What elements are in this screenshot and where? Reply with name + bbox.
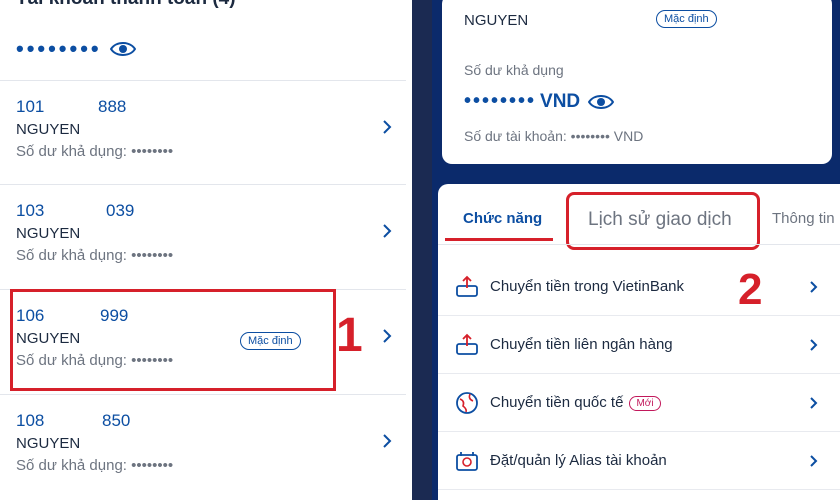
account-row-101[interactable]: 101 888 NGUYEN Số dư khả dụng: •••••••• (0, 80, 406, 184)
feature-alias[interactable]: Đặt/quản lý Alias tài khoản (438, 432, 840, 490)
chevron-right-icon (383, 329, 392, 343)
tab-functions[interactable]: Chức năng (463, 210, 542, 227)
feature-transfer-international[interactable]: Chuyển tiền quốc tế Mới (438, 374, 840, 432)
alias-icon (456, 452, 478, 471)
panel-divider (412, 0, 432, 500)
feature-label: Chuyển tiền trong VietinBank (490, 278, 685, 295)
globe-transfer-icon (456, 392, 478, 414)
chevron-right-icon (810, 455, 818, 467)
feature-transfer-interbank[interactable]: Chuyển tiền liên ngân hàng (438, 316, 840, 374)
feature-label: Chuyển tiền quốc tế Mới (490, 394, 661, 411)
transfer-interbank-icon (456, 333, 478, 355)
account-holder: NGUYEN (16, 121, 81, 138)
section-title: Tài khoản thanh toán (4) (16, 0, 236, 10)
available-balance-label: Số dư khả dụng (464, 62, 564, 78)
currency-label: VND (540, 90, 581, 112)
chevron-right-icon (383, 120, 392, 134)
account-total-balance: Số dư tài khoản: •••••••• VND (464, 128, 644, 144)
account-row-108[interactable]: 108 850 NGUYEN Số dư khả dụng: •••••••• (0, 394, 406, 498)
chevron-right-icon (810, 281, 818, 293)
chevron-right-icon (383, 434, 392, 448)
feature-label-text: Chuyển tiền quốc tế (490, 394, 624, 411)
eye-icon[interactable] (109, 40, 136, 58)
account-row-103[interactable]: 103 039 NGUYEN Số dư khả dụng: •••••••• (0, 184, 406, 288)
account-number-prefix: 108 (16, 411, 45, 430)
step-number-1: 1 (336, 309, 363, 362)
feature-label: Đặt/quản lý Alias tài khoản (490, 452, 667, 469)
account-list-panel: Tài khoản thanh toán (4) •••••••• 101 88… (0, 0, 412, 500)
account-number-suffix: 888 (98, 97, 127, 116)
account-holder: NGUYEN (464, 12, 529, 29)
account-summary-card: NGUYEN Mặc định Số dư khả dụng •••••••• … (442, 0, 832, 164)
account-number-suffix: 039 (106, 201, 135, 220)
transfer-internal-icon (456, 275, 478, 297)
masked-amount: •••••••• (464, 90, 537, 112)
chevron-right-icon (810, 397, 818, 409)
chevron-right-icon (383, 224, 392, 238)
eye-icon[interactable] (588, 93, 615, 111)
tab-information[interactable]: Thông tin (772, 210, 835, 227)
account-holder: NGUYEN (16, 225, 81, 242)
feature-label: Chuyển tiền liên ngân hàng (490, 336, 673, 353)
account-holder: NGUYEN (16, 435, 81, 452)
function-section: Chức năng Lịch sử giao dịch Thông tin 2 … (438, 184, 840, 500)
highlight-box-step-1 (10, 289, 336, 391)
new-badge: Mới (629, 395, 661, 411)
default-badge: Mặc định (656, 10, 717, 28)
total-balance-row: •••••••• (16, 36, 136, 62)
highlight-box-step-2 (566, 192, 760, 250)
account-number-prefix: 101 (16, 97, 45, 116)
tabs-divider (438, 244, 840, 245)
account-balance: Số dư khả dụng: •••••••• (16, 457, 174, 474)
account-balance: Số dư khả dụng: •••••••• (16, 143, 174, 160)
active-tab-indicator (445, 238, 553, 241)
account-number-suffix: 850 (102, 411, 131, 430)
masked-balance: •••••••• (16, 36, 102, 61)
feature-transfer-internal[interactable]: Chuyển tiền trong VietinBank (438, 258, 840, 316)
available-balance-row: •••••••• VND (464, 90, 615, 113)
chevron-right-icon (810, 339, 818, 351)
account-balance: Số dư khả dụng: •••••••• (16, 247, 174, 264)
account-number-prefix: 103 (16, 201, 45, 220)
